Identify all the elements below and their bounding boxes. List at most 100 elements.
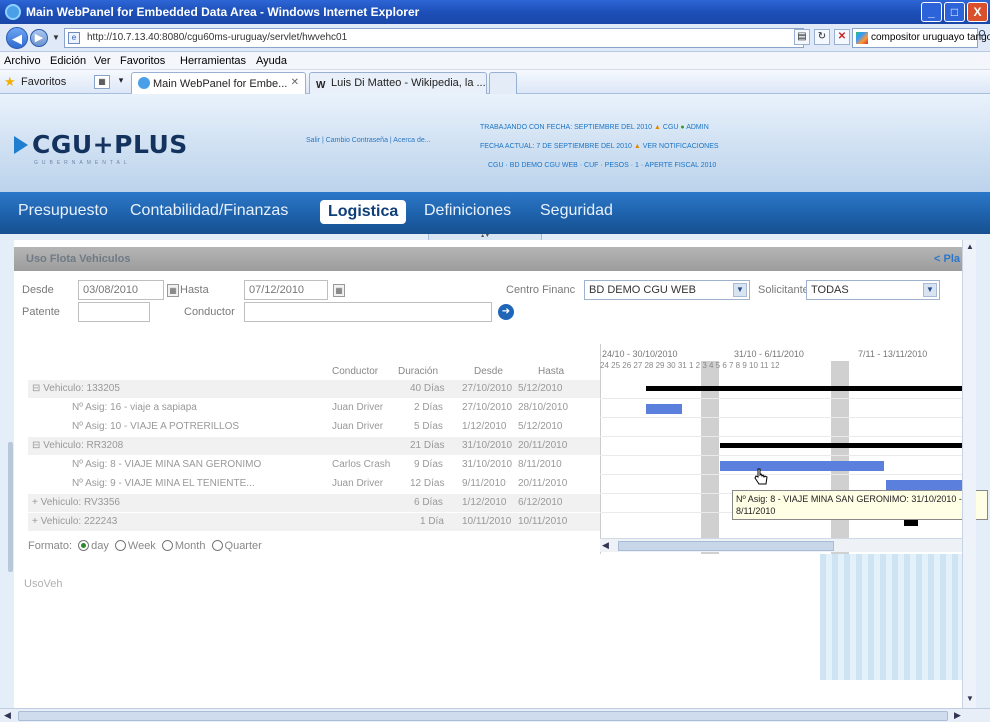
user-marker-icon: ▲ — [654, 124, 663, 131]
window-title: Main WebPanel for Embedded Data Area - W… — [26, 5, 420, 19]
forward-button[interactable]: ▶ — [30, 29, 48, 47]
row-duracion: 40 Días — [410, 383, 445, 394]
minimize-button[interactable]: _ — [921, 2, 942, 22]
desde-input[interactable]: 03/08/2010 — [78, 280, 164, 300]
header-links[interactable]: Salir | Cambio Contraseña | Acerca de... — [306, 137, 431, 144]
nav-seguridad[interactable]: Seguridad — [540, 202, 613, 220]
refresh-icon[interactable]: ↻ — [814, 29, 830, 45]
section-plan-link[interactable]: < Pla — [934, 253, 960, 265]
scroll-left-icon[interactable]: ◀ — [4, 710, 11, 721]
row-hasta: 10/11/2010 — [518, 516, 568, 527]
tab-close-icon[interactable]: ✕ — [291, 77, 299, 88]
address-input[interactable]: e http://10.7.13.40:8080/cgu60ms-uruguay… — [64, 28, 804, 48]
search-provider-icon — [856, 32, 868, 44]
menu-edicion[interactable]: Edición — [50, 55, 86, 67]
nav-definiciones[interactable]: Definiciones — [424, 202, 511, 220]
menu-bar: Archivo Edición Ver Favoritos Herramient… — [0, 52, 990, 70]
history-dropdown-icon[interactable]: ▼ — [52, 33, 60, 42]
format-month-label: Month — [174, 540, 206, 552]
row-hasta: 6/12/2010 — [518, 497, 563, 508]
gantt-row-assignment[interactable]: Nº Asig: 16 - viaje a sapiapa Juan Drive… — [28, 399, 600, 417]
menu-ver[interactable]: Ver — [94, 55, 111, 67]
assignment-bar[interactable] — [646, 404, 682, 414]
gantt-row-vehicle[interactable]: ⊟ Vehiculo: 133205 40 Días 27/10/2010 5/… — [28, 380, 600, 398]
search-go-button[interactable]: ➜ — [498, 304, 514, 320]
horizontal-scrollbar[interactable]: ◀ ▶ — [0, 708, 990, 722]
assignment-bar[interactable] — [886, 480, 962, 490]
format-week-radio[interactable] — [114, 540, 126, 551]
row-hasta: 28/10/2010 — [518, 402, 569, 413]
gantt-gridline — [600, 455, 962, 456]
col-desde: Desde — [474, 366, 503, 377]
section-header: Uso Flota Vehiculos < Pla — [14, 247, 964, 271]
gantt-row-vehicle[interactable]: ⊟ Vehiculo: RR3208 21 Días 31/10/2010 20… — [28, 437, 600, 455]
new-tab-button[interactable] — [489, 72, 517, 94]
favorites-button[interactable]: Favoritos — [21, 76, 66, 88]
tab-list-dropdown-icon[interactable]: ▾ — [114, 75, 128, 89]
row-desde: 9/11/2010 — [462, 478, 506, 489]
assignment-bar[interactable] — [720, 461, 884, 471]
gantt-row-vehicle[interactable]: + Vehiculo: 222243 1 Día 10/11/2010 10/1… — [28, 513, 600, 531]
quick-tabs-icon[interactable]: ▦ — [94, 75, 110, 89]
favorites-star-icon[interactable]: ★ — [4, 75, 16, 88]
row-hasta: 5/12/2010 — [518, 383, 563, 394]
gantt-horizontal-scrollbar[interactable]: ◀ — [600, 538, 962, 552]
address-url: http://10.7.13.40:8080/cgu60ms-uruguay/s… — [87, 32, 348, 43]
col-duracion: Duración — [398, 366, 439, 377]
menu-ayuda[interactable]: Ayuda — [256, 55, 287, 67]
hasta-input[interactable]: 07/12/2010 — [244, 280, 328, 300]
menu-favoritos[interactable]: Favoritos — [120, 55, 165, 67]
gantt-scroll-thumb[interactable] — [618, 541, 834, 551]
nav-logistica[interactable]: Logistica — [320, 200, 407, 224]
gantt-gridline — [600, 474, 962, 475]
vehicle-summary-bar[interactable] — [646, 386, 962, 391]
solicitante-label: Solicitante — [758, 284, 809, 296]
gantt-header — [28, 344, 600, 376]
favorites-bar: ★ Favoritos ▦ ▾ Main WebPanel for Embe..… — [0, 70, 990, 94]
tab-main-webpanel[interactable]: Main WebPanel for Embe... ✕ — [131, 72, 306, 94]
vehicle-summary-bar[interactable] — [720, 443, 962, 448]
working-date-info: TRABAJANDO CON FECHA: SEPTIEMBRE DEL 201… — [480, 124, 709, 131]
close-button[interactable]: X — [967, 2, 988, 22]
col-conductor: Conductor — [332, 366, 379, 377]
scroll-right-icon[interactable]: ▶ — [954, 710, 961, 721]
scroll-down-icon[interactable]: ▼ — [964, 694, 976, 706]
scroll-up-icon[interactable]: ▲ — [964, 242, 976, 254]
nav-contabilidad[interactable]: Contabilidad/Finanzas — [130, 202, 288, 220]
horizontal-scroll-thumb[interactable] — [18, 711, 948, 721]
format-quarter-radio[interactable] — [211, 540, 223, 551]
menu-archivo[interactable]: Archivo — [4, 55, 41, 67]
format-month-radio[interactable] — [161, 540, 173, 551]
gantt-row-assignment[interactable]: Nº Asig: 8 - VIAJE MINA SAN GERONIMO Car… — [28, 456, 600, 474]
maximize-button[interactable]: □ — [944, 2, 965, 22]
hasta-calendar-icon[interactable]: ▦ — [333, 284, 345, 297]
gantt-row-assignment[interactable]: Nº Asig: 9 - VIAJE MINA EL TENIENTE... J… — [28, 475, 600, 493]
scroll-left-icon[interactable]: ◀ — [602, 540, 609, 551]
centro-select[interactable]: BD DEMO CGU WEB ▼ — [584, 280, 750, 300]
side-panel-handle[interactable] — [8, 442, 13, 572]
format-day-radio[interactable] — [78, 540, 90, 551]
row-duracion: 12 Días — [410, 478, 445, 489]
solicitante-select[interactable]: TODAS ▼ — [806, 280, 940, 300]
search-go-icon[interactable]: ⚲ — [978, 28, 990, 48]
conductor-input[interactable] — [244, 302, 492, 322]
back-button[interactable]: ◀ — [6, 27, 28, 49]
gantt-row-vehicle[interactable]: + Vehiculo: RV3356 6 Días 1/12/2010 6/12… — [28, 494, 600, 512]
gantt-gridline — [600, 417, 962, 418]
gantt-gridline — [600, 436, 962, 437]
vertical-scrollbar[interactable]: ▲ ▼ — [962, 240, 976, 708]
compat-view-icon[interactable]: ▤ — [794, 29, 810, 45]
window-titlebar: Main WebPanel for Embedded Data Area - W… — [0, 0, 990, 24]
format-day-label: day — [91, 540, 109, 552]
row-duracion: 1 Día — [420, 516, 444, 527]
gantt-tooltip: Nº Asig: 8 - VIAJE MINA SAN GERONIMO: 31… — [732, 490, 988, 520]
patente-input[interactable] — [78, 302, 150, 322]
gantt-row-assignment[interactable]: Nº Asig: 10 - VIAJE A POTRERILLOS Juan D… — [28, 418, 600, 436]
menu-herramientas[interactable]: Herramientas — [180, 55, 246, 67]
desde-calendar-icon[interactable]: ▦ — [167, 284, 179, 297]
notifications-link[interactable]: VER NOTIFICACIONES — [643, 143, 719, 150]
search-input[interactable]: compositor uruguayo tango — [852, 28, 990, 48]
tab-wikipedia[interactable]: W Luis Di Matteo - Wikipedia, la ... — [309, 72, 487, 94]
nav-presupuesto[interactable]: Presupuesto — [18, 202, 108, 220]
stop-icon[interactable]: ✕ — [834, 29, 850, 45]
